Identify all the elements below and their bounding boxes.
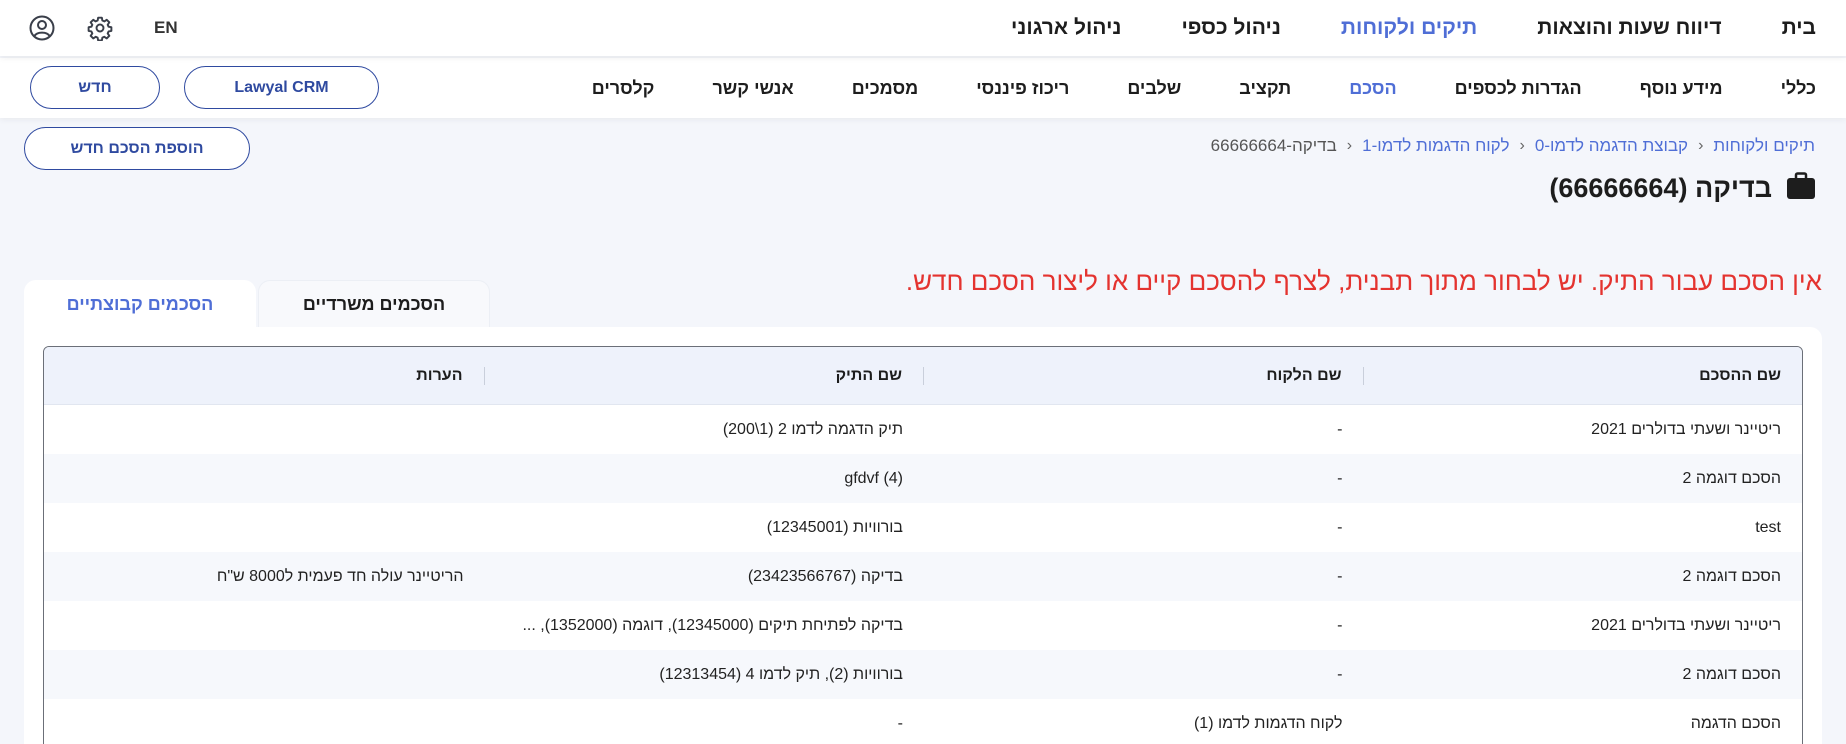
table-row[interactable]: ריטיינר ושעתי בדולרים 2021 - בדיקה לפתיח…	[44, 601, 1802, 650]
table-header: שם ההסכם שם הלקוח שם התיק הערות	[44, 347, 1802, 405]
cell-case-name: -	[897, 714, 903, 732]
page-title-row: בדיקה (66666664)	[1549, 172, 1816, 205]
header-notes[interactable]: הערות	[44, 366, 485, 385]
subnav-contacts[interactable]: אנשי קשר	[712, 78, 793, 99]
cell-case-name: בורוויות (2), תיק לדמו 4 (12313454)	[659, 665, 903, 683]
nav-home[interactable]: בית	[1782, 16, 1816, 40]
table-row[interactable]: הסכם דוגמה 2 - בורוויות (2), תיק לדמו 4 …	[44, 650, 1802, 699]
table-row[interactable]: test - בורוויות (12345001)	[44, 503, 1802, 552]
subnav-stages[interactable]: שלבים	[1127, 78, 1181, 99]
subnav-additional-info[interactable]: מידע נוסף	[1640, 78, 1723, 99]
agreements-table: שם ההסכם שם הלקוח שם התיק הערות ריטיינר …	[43, 346, 1803, 744]
table-row[interactable]: ריטיינר ושעתי בדולרים 2021 - תיק הדגמה ל…	[44, 405, 1802, 454]
no-agreement-warning: אין הסכם עבור התיק. יש לבחור מתוך תבנית,…	[905, 266, 1822, 296]
subnav-financial-summary[interactable]: ריכוז פיננסי	[976, 78, 1069, 99]
gear-icon[interactable]	[86, 14, 114, 42]
subnav-documents[interactable]: מסמכים	[852, 78, 919, 99]
cell-notes: הריטיינר עולה חד פעמית ל8000 ש"ח	[216, 567, 464, 585]
table-row[interactable]: הסכם הדגמה לקוח הדגמות לדמו (1) -	[44, 699, 1802, 744]
nav-financial[interactable]: ניהול כספי	[1181, 16, 1280, 40]
chevron-left-icon: ‹	[1698, 137, 1704, 154]
new-button[interactable]: חדש	[30, 66, 160, 109]
nav-time-reporting[interactable]: דיווח שעות והוצאות	[1537, 16, 1721, 40]
breadcrumb-group[interactable]: קבוצת הדגמה לדמו-0	[1535, 136, 1688, 156]
cell-client-name: -	[1337, 616, 1343, 634]
cell-case-name: בדיקה (23423566767)	[747, 567, 903, 585]
cell-agreement-name: ריטיינר ושעתי בדולרים 2021	[1591, 616, 1781, 634]
page-title: בדיקה (66666664)	[1549, 173, 1772, 203]
chevron-left-icon: ‹	[1346, 137, 1353, 154]
header-client-name[interactable]: שם הלקוח	[924, 366, 1364, 385]
cell-client-name: -	[1337, 518, 1343, 536]
add-agreement-button[interactable]: הוספת הסכם חדש	[24, 127, 250, 170]
cell-agreement-name: הסכם הדגמה	[1690, 714, 1781, 732]
cell-case-name: תיק הדגמה לדמו 2 (1\200)	[722, 420, 903, 438]
cell-agreement-name: test	[1755, 518, 1781, 536]
language-toggle[interactable]: EN	[154, 18, 178, 38]
cell-client-name: -	[1337, 665, 1343, 683]
top-utilities: EN	[28, 0, 178, 56]
cell-case-name: gfdvf (4)	[844, 469, 903, 487]
cell-agreement-name: הסכם דוגמה 2	[1682, 567, 1781, 585]
cell-client-name: לקוח הדגמות לדמו (1)	[1193, 714, 1343, 732]
breadcrumb: תיקים ולקוחות ‹ קבוצת הדגמה לדמו-0 ‹ לקו…	[1211, 136, 1815, 156]
lawyal-crm-button[interactable]: Lawyal CRM	[184, 66, 379, 109]
subnav-budget[interactable]: תקציב	[1239, 78, 1291, 99]
cell-agreement-name: ריטיינר ושעתי בדולרים 2021	[1591, 420, 1781, 438]
tab-office-agreements[interactable]: הסכמים משרדיים	[258, 280, 490, 328]
briefcase-icon	[1786, 172, 1816, 205]
table-body: ריטיינר ושעתי בדולרים 2021 - תיק הדגמה ל…	[44, 405, 1802, 744]
header-agreement-name[interactable]: שם ההסכם	[1364, 367, 1803, 385]
chevron-left-icon: ‹	[1519, 137, 1525, 154]
breadcrumb-cases-clients[interactable]: תיקים ולקוחות	[1713, 136, 1815, 156]
sub-actions: חדש Lawyal CRM	[30, 66, 379, 109]
cell-case-name: בורוויות (12345001)	[766, 518, 903, 536]
nav-cases-clients[interactable]: תיקים ולקוחות	[1341, 16, 1477, 40]
cell-client-name: -	[1337, 469, 1343, 487]
cell-case-name: בדיקה לפתיחת תיקים (12345000), דוגמה (13…	[522, 616, 903, 634]
breadcrumb-client[interactable]: לקוח הדגמות לדמו-1	[1362, 136, 1509, 156]
subnav-finance-settings[interactable]: הגדרות לכספים	[1455, 78, 1582, 99]
cell-client-name: -	[1337, 567, 1343, 585]
table-row[interactable]: הסכם דוגמה 2 - בדיקה (23423566767) הריטי…	[44, 552, 1802, 601]
header-case-name[interactable]: שם התיק	[485, 366, 924, 385]
case-tabs: כללי מידע נוסף הגדרות לכספים הסכם תקציב …	[592, 78, 1816, 99]
main-nav: בית דיווח שעות והוצאות תיקים ולקוחות ניה…	[1011, 16, 1816, 40]
user-circle-icon[interactable]	[28, 14, 56, 42]
table-row[interactable]: הסכם דוגמה 2 - gfdvf (4)	[44, 454, 1802, 503]
cell-agreement-name: הסכם דוגמה 2	[1682, 469, 1781, 487]
breadcrumb-current-case: בדיקה-66666664	[1210, 136, 1337, 155]
top-navigation-bar: בית דיווח שעות והוצאות תיקים ולקוחות ניה…	[0, 0, 1846, 56]
subnav-binders[interactable]: קלסרים	[592, 78, 655, 99]
subnav-general[interactable]: כללי	[1781, 78, 1816, 99]
cell-client-name: -	[1337, 420, 1343, 438]
agreements-panel: שם ההסכם שם הלקוח שם התיק הערות ריטיינר …	[24, 327, 1822, 744]
case-sub-navigation: כללי מידע נוסף הגדרות לכספים הסכם תקציב …	[0, 58, 1846, 118]
cell-agreement-name: הסכם דוגמה 2	[1682, 665, 1781, 683]
agreement-type-tabs: הסכמים קבוצתיים הסכמים משרדיים	[24, 280, 490, 328]
subnav-agreement[interactable]: הסכם	[1349, 78, 1396, 99]
nav-organizational[interactable]: ניהול ארגוני	[1011, 16, 1122, 40]
tab-group-agreements[interactable]: הסכמים קבוצתיים	[24, 280, 256, 328]
